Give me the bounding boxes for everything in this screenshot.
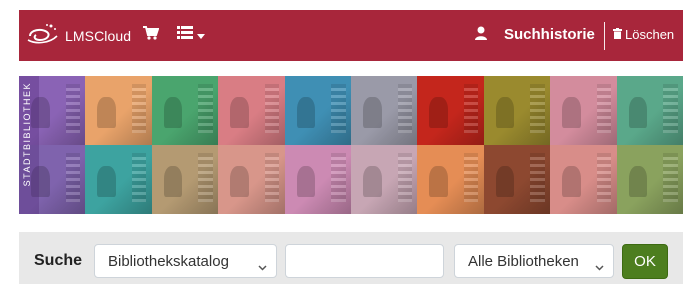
search-input[interactable] xyxy=(285,244,444,278)
banner-photo-tile xyxy=(85,145,152,214)
navbar: LMSCloud Suchhistorie Löschen xyxy=(19,10,683,61)
chevron-down-icon xyxy=(595,258,604,275)
user-icon xyxy=(475,26,487,45)
cart-icon xyxy=(143,25,160,45)
search-bar: Suche Bibliothekskatalog Alle Bibliothek… xyxy=(19,232,683,284)
banner-photo-tile xyxy=(616,76,683,145)
clear-label: Löschen xyxy=(625,27,675,42)
banner-photo-tile xyxy=(616,145,683,214)
chevron-down-icon xyxy=(258,258,267,275)
banner-photo-tile xyxy=(218,76,285,145)
library-select[interactable]: Alle Bibliotheken xyxy=(454,244,614,278)
user-account-button[interactable] xyxy=(475,24,487,46)
library-logo-text: STADTBIBLIOTHEK xyxy=(22,81,32,186)
banner-photo-tile xyxy=(151,76,219,145)
caret-down-icon xyxy=(197,26,205,44)
search-label: Suche xyxy=(34,252,83,269)
search-submit-button[interactable]: OK xyxy=(622,244,668,279)
home-link[interactable]: LMSCloud xyxy=(27,22,131,49)
banner-photo-tile xyxy=(483,76,551,145)
banner-photo-tile xyxy=(550,76,617,145)
search-scope-value: Bibliothekskatalog xyxy=(108,252,229,270)
banner-photo-tile xyxy=(351,76,418,145)
library-select-value: Alle Bibliotheken xyxy=(468,252,579,270)
banner-photo-tile xyxy=(417,145,484,214)
list-icon xyxy=(177,26,193,44)
banner-mosaic xyxy=(19,76,683,214)
banner-photo-tile xyxy=(483,145,551,214)
navbar-divider xyxy=(604,22,605,50)
trash-icon xyxy=(613,27,622,42)
banner-photo-tile xyxy=(85,76,152,145)
banner-photo-tile xyxy=(284,76,351,145)
search-history-link[interactable]: Suchhistorie xyxy=(504,26,595,43)
banner-photo-tile xyxy=(417,76,484,145)
banner-photo-tile xyxy=(151,145,219,214)
banner-photo-tile xyxy=(218,145,285,214)
banner-photo-tile xyxy=(351,145,418,214)
brand-name: LMSCloud xyxy=(65,27,132,44)
lists-menu-button[interactable] xyxy=(177,24,205,46)
banner-photo-tile xyxy=(550,145,617,214)
clear-history-button[interactable]: Löschen xyxy=(613,27,674,42)
cart-button[interactable] xyxy=(143,24,160,46)
search-scope-select[interactable]: Bibliothekskatalog xyxy=(94,244,277,278)
library-logo: STADTBIBLIOTHEK xyxy=(19,76,39,214)
library-banner: STADTBIBLIOTHEK xyxy=(19,76,683,214)
banner-photo-tile xyxy=(284,145,351,214)
logo-swirl-icon xyxy=(27,22,61,49)
